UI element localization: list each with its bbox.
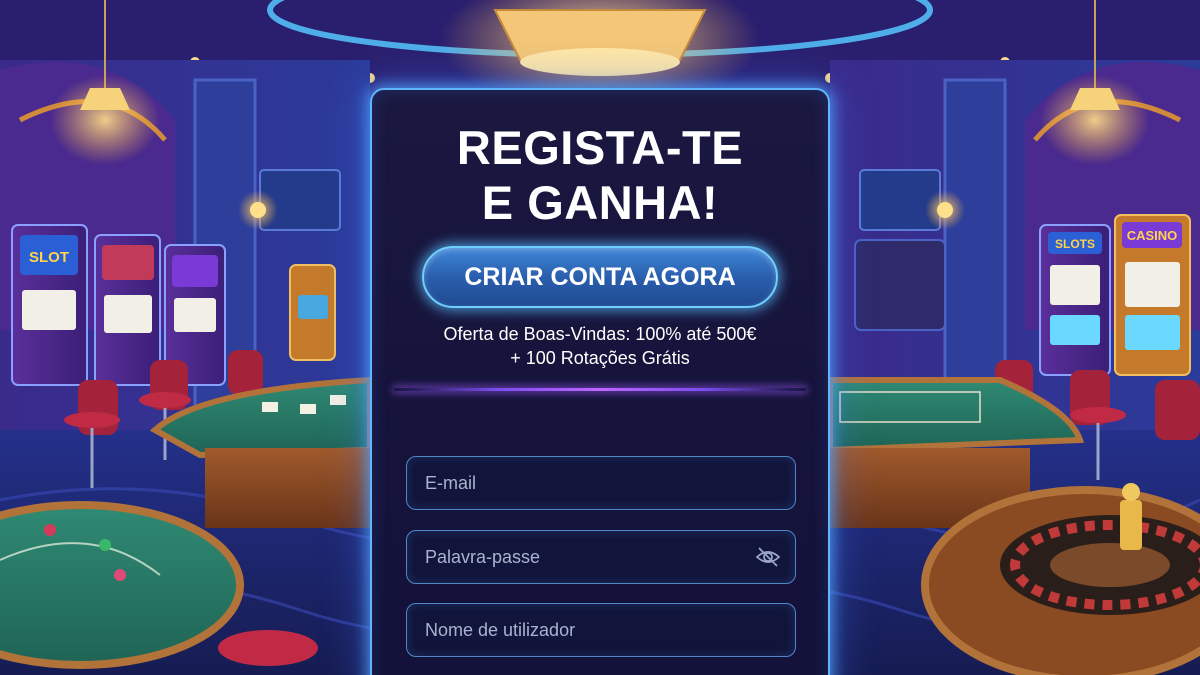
title-line-2: E GANHA! xyxy=(481,176,719,229)
slot-sign: SLOT xyxy=(29,249,69,266)
slot-sign: SLOTS xyxy=(1055,237,1095,251)
page-title: REGISTA-TE E GANHA! xyxy=(372,120,828,230)
offer-line-1: Oferta de Boas-Vindas: 100% até 500€ xyxy=(443,324,757,344)
create-account-button[interactable]: CRIAR CONTA AGORA xyxy=(422,246,778,308)
email-field[interactable] xyxy=(407,457,795,509)
title-line-1: REGISTA-TE xyxy=(456,121,744,174)
registration-panel: REGISTA-TE E GANHA! CRIAR CONTA AGORA Of… xyxy=(370,88,830,675)
casino-scene: SLOT SLOTS CASINO REGISTA-TE E GANHA! CR… xyxy=(0,0,1200,675)
wall-sconce xyxy=(250,202,266,218)
password-field[interactable] xyxy=(407,531,795,583)
username-field[interactable] xyxy=(407,604,795,656)
eye-slash-icon[interactable] xyxy=(755,545,781,569)
password-field-container xyxy=(406,530,796,584)
bar-shelf xyxy=(854,239,946,331)
slot-sign: CASINO xyxy=(1127,228,1178,243)
offer-line-2: + 100 Rotações Grátis xyxy=(510,348,690,368)
neon-divider xyxy=(394,388,806,391)
chandelier-base xyxy=(520,48,680,76)
right-slot-machines: SLOTS CASINO xyxy=(1039,214,1191,376)
welcome-offer: Oferta de Boas-Vindas: 100% até 500€ + 1… xyxy=(372,322,828,370)
email-field-container xyxy=(406,456,796,510)
username-field-container xyxy=(406,603,796,657)
wall-sconce xyxy=(937,202,953,218)
